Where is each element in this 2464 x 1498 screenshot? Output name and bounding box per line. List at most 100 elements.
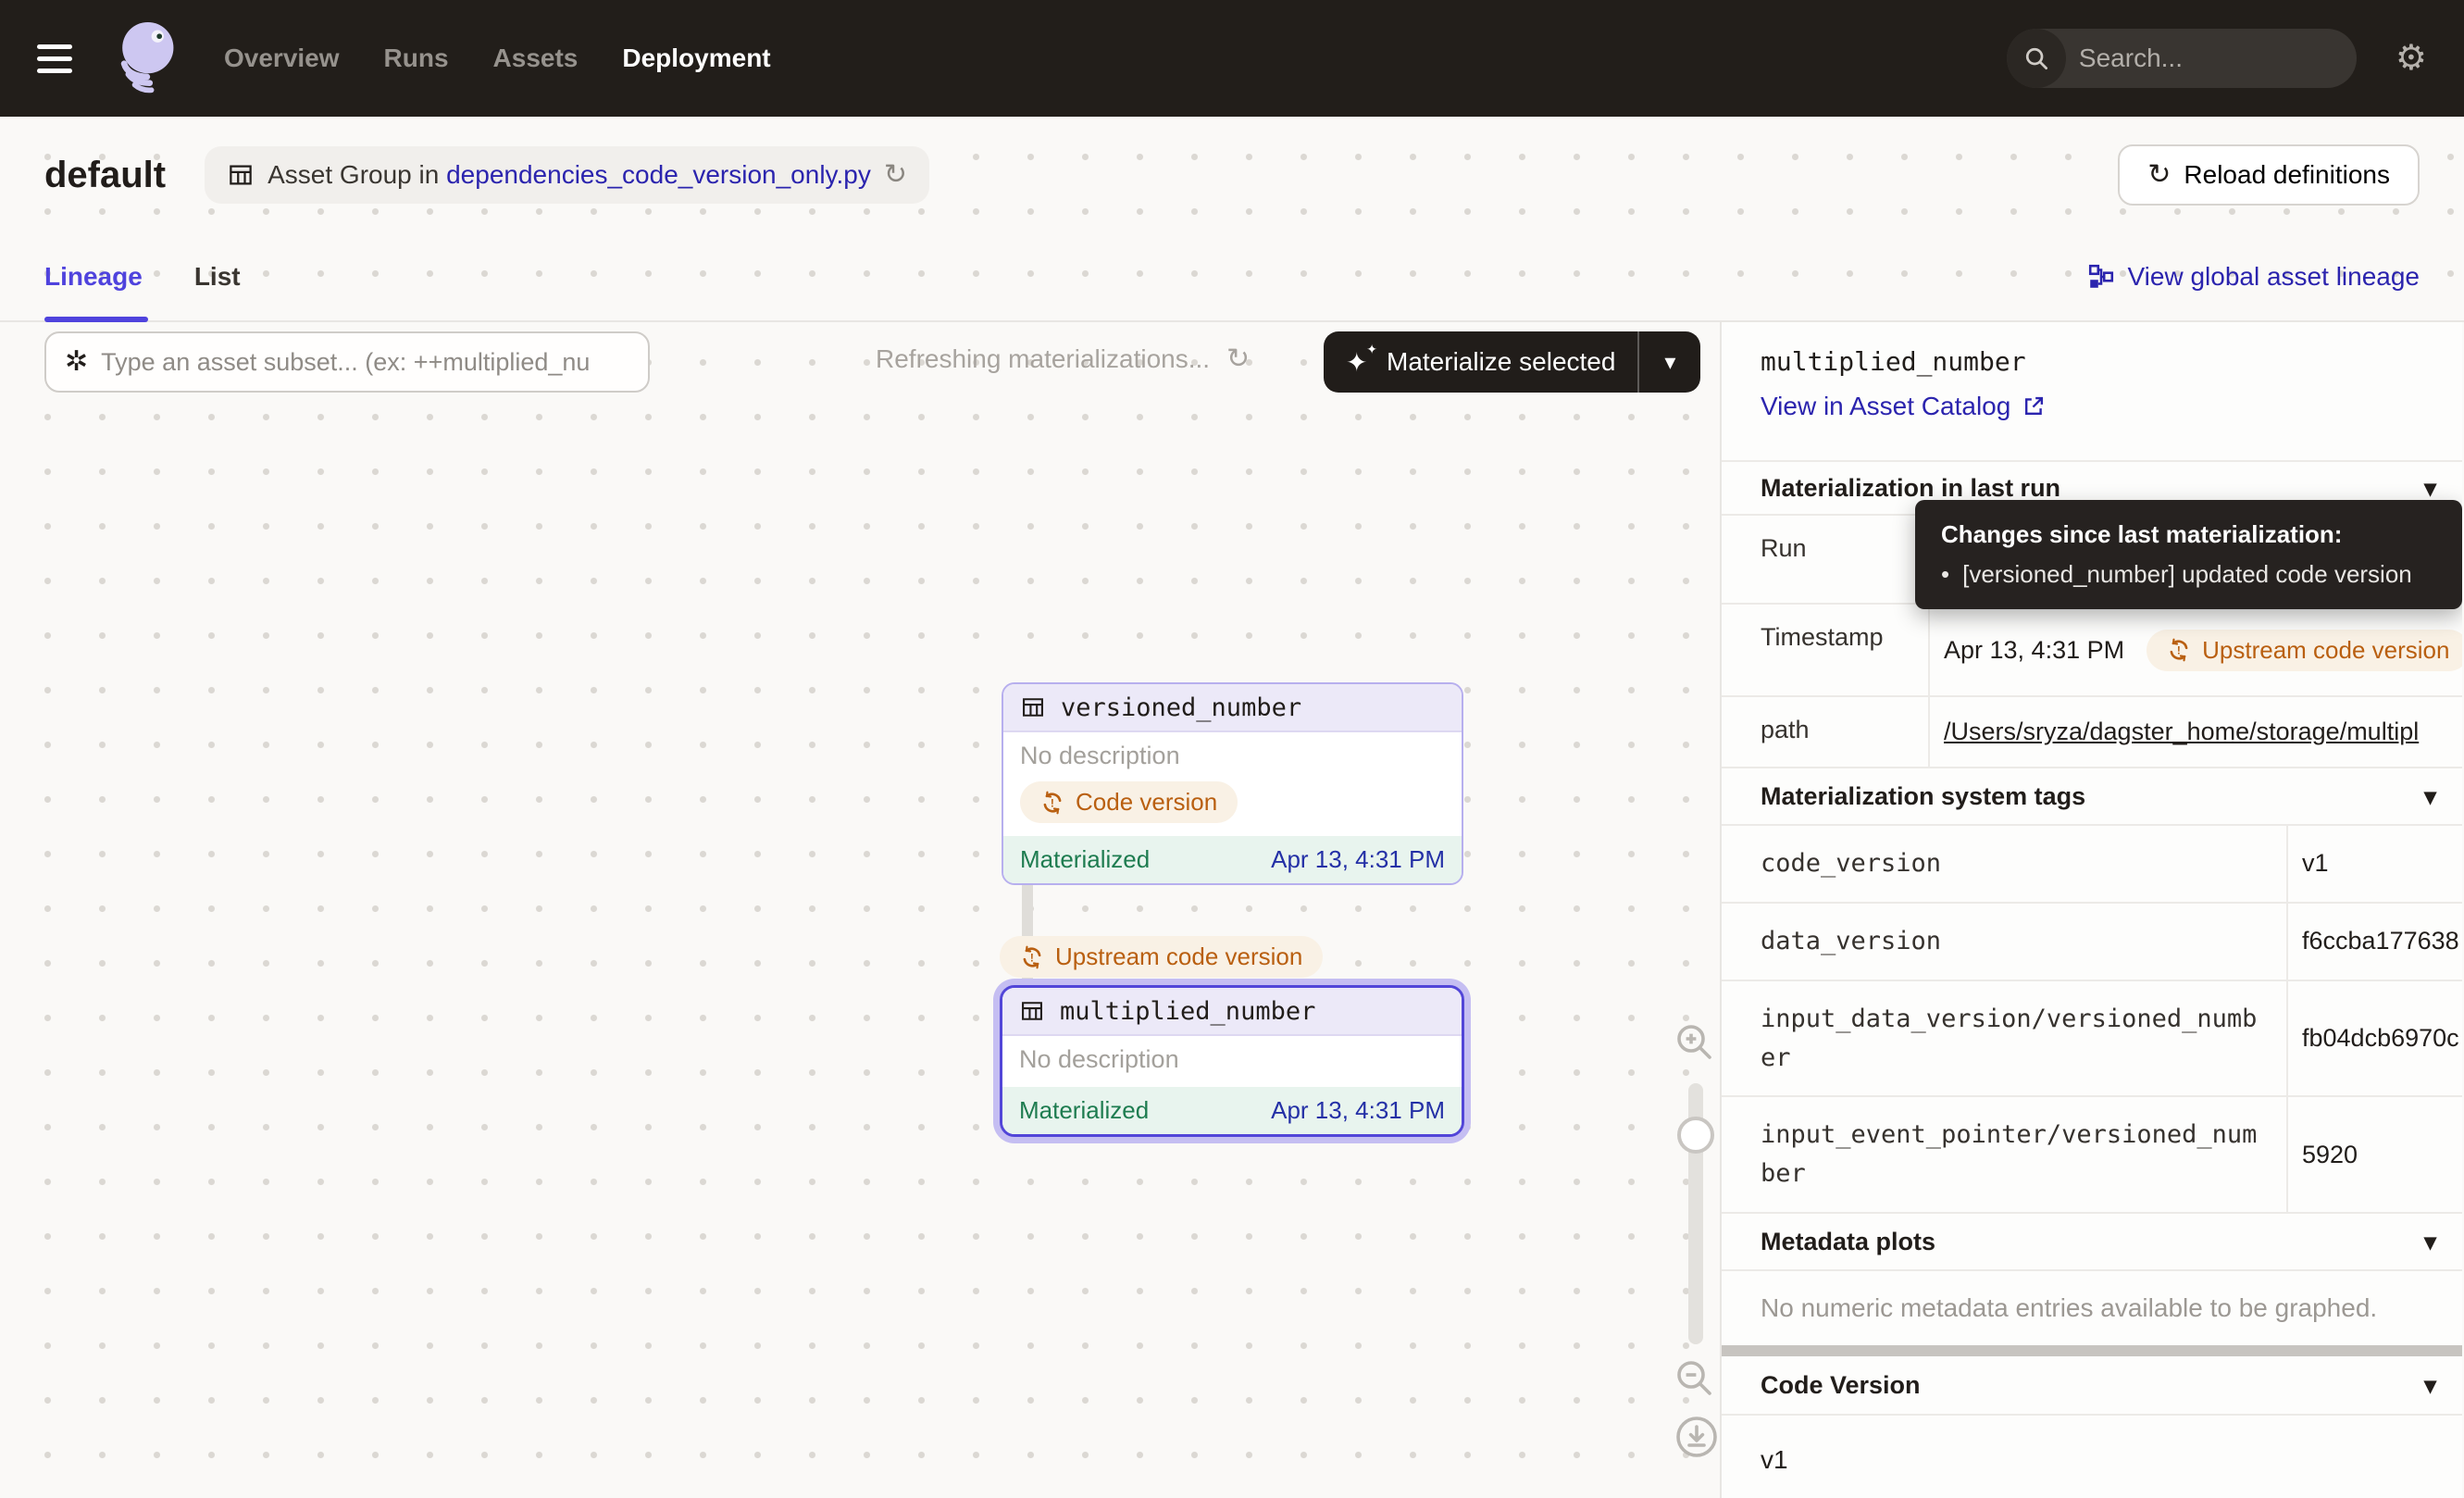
section-header-label: Materialization in last run (1761, 474, 2060, 503)
asset-selection-icon: ✲ (65, 348, 88, 376)
materialize-selected-button[interactable]: ✦✦ Materialize selected ▾ (1324, 331, 1700, 393)
section-header-label: Materialization system tags (1761, 782, 2085, 811)
asset-lineage-graph[interactable]: ✲ Refreshing materializations... ↻ ✦✦ Ma… (0, 322, 1722, 1498)
nav-assets[interactable]: Assets (493, 44, 579, 73)
catalog-link-label: View in Asset Catalog (1761, 392, 2010, 421)
asset-subset-filter[interactable]: ✲ (44, 331, 650, 393)
zoom-slider-handle[interactable] (1677, 1117, 1714, 1154)
fit-view-download-icon[interactable] (1674, 1415, 1719, 1459)
row-value: v1 (2288, 826, 2462, 902)
row-key: Run (1722, 516, 1930, 603)
dagster-app: Overview Runs Assets Deployment / ⚙ defa… (0, 0, 2464, 1498)
table-icon (1020, 694, 1046, 720)
lineage-graph-icon (2087, 263, 2115, 291)
asset-node-header: multiplied_number (1002, 988, 1462, 1036)
table-row: input_data_version/versioned_number fb04… (1722, 980, 2462, 1096)
table-icon (227, 161, 255, 189)
row-key: input_data_version/versioned_number (1722, 981, 2288, 1096)
page-title: default (44, 155, 166, 196)
collapse-caret-icon[interactable]: ▾ (2424, 474, 2436, 503)
system-tags-table: code_version v1 data_version f6ccba17763… (1722, 824, 2462, 1212)
code-version-changed-icon: ! (1020, 945, 1044, 969)
code-version-badge-label: Code version (1076, 788, 1217, 817)
table-row: path /Users/sryza/dagster_home/storage/m… (1722, 695, 2462, 767)
row-key: input_event_pointer/versioned_number (1722, 1097, 2288, 1212)
collapse-caret-icon[interactable]: ▾ (2424, 782, 2436, 811)
view-global-asset-lineage-link[interactable]: View global asset lineage (2087, 262, 2420, 292)
badge-label: Upstream code version (2202, 636, 2449, 665)
bullet: • (1941, 560, 1949, 589)
global-lineage-label: View global asset lineage (2128, 262, 2420, 292)
asset-node-multiplied-number[interactable]: multiplied_number No description Materia… (1000, 985, 1464, 1137)
zoom-in-icon[interactable] (1672, 1019, 1716, 1064)
page-header: default Asset Group in dependencies_code… (0, 117, 2464, 233)
materialize-dropdown-caret[interactable]: ▾ (1639, 349, 1700, 376)
asset-subset-input[interactable] (101, 348, 629, 377)
zoom-out-icon[interactable] (1672, 1355, 1716, 1400)
changes-since-last-materialization-tooltip: Changes since last materialization: • [v… (1915, 500, 2462, 609)
asset-group-label: Asset Group in dependencies_code_version… (268, 160, 871, 190)
settings-gear-icon[interactable]: ⚙ (2396, 41, 2427, 76)
row-key: path (1722, 697, 1930, 767)
code-version-changed-icon: ! (1040, 791, 1064, 815)
section-materialization-system-tags[interactable]: Materialization system tags ▾ (1722, 767, 2462, 824)
row-value: 5920 (2288, 1097, 2462, 1212)
asset-node-footer: Materialized Apr 13, 4:31 PM (1002, 1087, 1462, 1134)
storage-path-link[interactable]: /Users/sryza/dagster_home/storage/multip… (1944, 718, 2419, 746)
collapse-caret-icon[interactable]: ▾ (2424, 1371, 2436, 1400)
section-header-label: Metadata plots (1761, 1228, 1935, 1256)
view-tabs: Lineage List View global asset lineage (0, 233, 2464, 322)
materialized-status: Materialized (1020, 845, 1150, 874)
top-nav-links: Overview Runs Assets Deployment (224, 44, 771, 73)
nav-overview[interactable]: Overview (224, 44, 340, 73)
section-code-version[interactable]: Code Version ▾ (1722, 1356, 2462, 1414)
global-search[interactable]: / (2007, 29, 2357, 88)
table-row: input_event_pointer/versioned_number 592… (1722, 1095, 2462, 1212)
code-version-changed-icon: ! (2167, 638, 2191, 662)
hamburger-menu-icon[interactable] (37, 44, 78, 73)
row-value: fb04dcb6970c (2288, 981, 2462, 1096)
nav-deployment[interactable]: Deployment (622, 44, 770, 73)
code-version-value: v1 (1722, 1414, 2462, 1498)
asset-node-description: No description (1019, 1045, 1445, 1074)
tab-lineage[interactable]: Lineage (44, 262, 143, 292)
asset-group-file-link[interactable]: dependencies_code_version_only.py (446, 160, 871, 189)
asset-node-footer: Materialized Apr 13, 4:31 PM (1003, 836, 1462, 883)
tooltip-item-text: [versioned_number] updated code version (1962, 560, 2412, 589)
nav-runs[interactable]: Runs (384, 44, 449, 73)
svg-text:!: ! (1030, 951, 1034, 964)
tab-list[interactable]: List (194, 262, 241, 292)
reload-definitions-button[interactable]: ↻ Reload definitions (2118, 144, 2420, 206)
collapse-caret-icon[interactable]: ▾ (2424, 1228, 2436, 1256)
row-key: Timestamp (1722, 605, 1930, 695)
refresh-status: Refreshing materializations... ↻ (876, 344, 1250, 374)
asset-node-header: versioned_number (1003, 684, 1462, 732)
view-in-asset-catalog-link[interactable]: View in Asset Catalog (1761, 392, 2046, 421)
section-metadata-plots[interactable]: Metadata plots ▾ (1722, 1212, 2462, 1269)
row-value: f6ccba177638 (2288, 904, 2462, 980)
materialized-timestamp[interactable]: Apr 13, 4:31 PM (1271, 1096, 1445, 1125)
materialized-timestamp[interactable]: Apr 13, 4:31 PM (1271, 845, 1445, 874)
top-navigation-bar: Overview Runs Assets Deployment / ⚙ (0, 0, 2464, 117)
asset-node-description: No description (1020, 742, 1445, 770)
edge-upstream-code-version-badge: ! Upstream code version (1000, 936, 1323, 978)
metadata-plots-empty-note: No numeric metadata entries available to… (1722, 1269, 2462, 1345)
sidebar-section-divider[interactable] (1722, 1345, 2462, 1356)
svg-text:!: ! (1051, 796, 1054, 809)
row-key: code_version (1722, 826, 2288, 902)
upstream-code-version-badge: ! Upstream code version (2147, 630, 2462, 671)
refresh-spinner-icon[interactable]: ↻ (1226, 345, 1250, 373)
section-header-label: Code Version (1761, 1371, 1921, 1400)
asset-group-breadcrumb: Asset Group in dependencies_code_version… (205, 146, 929, 204)
asset-node-versioned-number[interactable]: versioned_number No description ! Code v… (1002, 682, 1463, 885)
asset-node-name: multiplied_number (1060, 997, 1315, 1026)
refresh-icon[interactable]: ↻ (884, 161, 907, 189)
table-row: Timestamp Apr 13, 4:31 PM ! Upstream cod… (1722, 603, 2462, 695)
sidebar-asset-name: multiplied_number (1761, 346, 2423, 377)
timestamp-value[interactable]: Apr 13, 4:31 PM (1944, 636, 2124, 665)
row-key: data_version (1722, 904, 2288, 980)
search-input[interactable] (2066, 44, 2357, 73)
tooltip-item: • [versioned_number] updated code versio… (1941, 560, 2436, 589)
row-value: Apr 13, 4:31 PM ! Upstream code version (1930, 605, 2462, 695)
sparkle-icon: ✦✦ (1346, 346, 1374, 378)
